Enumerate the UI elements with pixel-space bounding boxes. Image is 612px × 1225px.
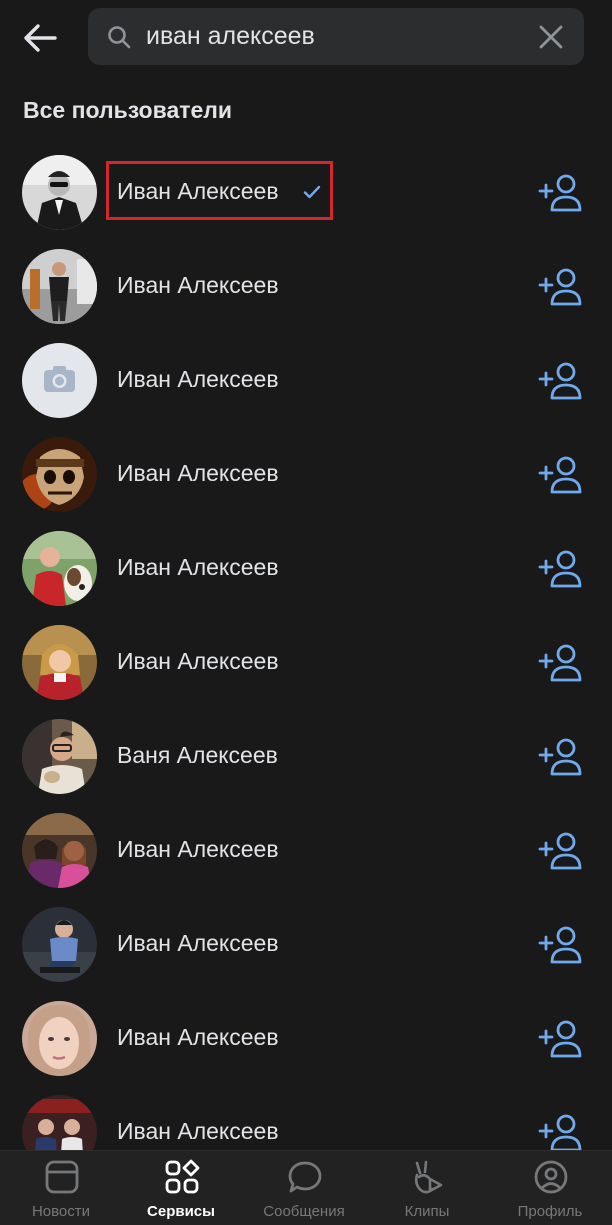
search-results-page: Все пользователи Иван Алексеев <box>0 0 612 1225</box>
services-icon <box>165 1159 200 1194</box>
user-name[interactable]: Иван Алексеев <box>117 366 279 393</box>
user-name[interactable]: Иван Алексеев <box>117 648 279 675</box>
add-user-icon <box>538 1114 582 1152</box>
search-icon <box>108 26 131 49</box>
avatar[interactable] <box>22 1001 97 1076</box>
add-user-icon <box>538 456 582 494</box>
list-item[interactable]: Иван Алексеев <box>0 617 612 711</box>
list-item[interactable]: Иван Алексеев <box>0 805 612 899</box>
list-item[interactable]: Иван Алексеев <box>0 523 612 617</box>
user-name[interactable]: Иван Алексеев <box>117 554 279 581</box>
search-box <box>88 8 584 65</box>
add-friend-button[interactable] <box>538 831 584 871</box>
avatar[interactable] <box>22 343 97 418</box>
add-friend-button[interactable] <box>538 643 584 683</box>
add-user-icon <box>538 738 582 776</box>
avatar[interactable] <box>22 249 97 324</box>
clear-search-button[interactable] <box>537 23 565 51</box>
clips-icon <box>414 1160 443 1194</box>
add-friend-button[interactable] <box>538 455 584 495</box>
list-item[interactable]: Иван Алексеев <box>0 147 612 241</box>
nav-label: Сервисы <box>147 1203 215 1220</box>
list-item[interactable]: Ваня Алексеев <box>0 711 612 805</box>
avatar[interactable] <box>22 155 97 230</box>
add-friend-button[interactable] <box>538 361 584 401</box>
list-item[interactable]: Иван Алексеев <box>0 241 612 335</box>
back-button[interactable] <box>18 16 62 60</box>
avatar[interactable] <box>22 531 97 606</box>
user-name[interactable]: Иван Алексеев <box>117 460 279 487</box>
avatar[interactable] <box>22 719 97 794</box>
add-friend-button[interactable] <box>538 925 584 965</box>
add-user-icon <box>538 550 582 588</box>
avatar[interactable] <box>22 813 97 888</box>
news-icon <box>45 1160 79 1194</box>
add-friend-button[interactable] <box>538 1113 584 1153</box>
user-list: Иван Алексеев Иван Алексеев Иван Алексее… <box>0 147 612 1181</box>
nav-item-services[interactable]: Сервисы <box>120 1151 242 1225</box>
search-input[interactable] <box>146 16 526 57</box>
nav-item-news[interactable]: Новости <box>0 1151 122 1225</box>
nav-label: Новости <box>31 1203 91 1220</box>
arrow-left-icon <box>24 24 57 52</box>
add-user-icon <box>538 644 582 682</box>
add-user-icon <box>538 832 582 870</box>
add-friend-button[interactable] <box>538 267 584 307</box>
add-friend-button[interactable] <box>538 173 584 213</box>
header <box>0 0 612 78</box>
section-title: Все пользователи <box>23 97 233 123</box>
profile-icon <box>534 1160 568 1194</box>
nav-item-clips[interactable]: Клипы <box>366 1151 488 1225</box>
bottom-nav: Новости Сервисы Сообщения Клипы Профиль <box>0 1150 612 1225</box>
user-name[interactable]: Иван Алексеев <box>117 272 279 299</box>
nav-label: Клипы <box>404 1203 450 1220</box>
avatar[interactable] <box>22 907 97 982</box>
nav-label: Сообщения <box>263 1203 345 1220</box>
add-user-icon <box>538 1020 582 1058</box>
nav-label: Профиль <box>517 1203 583 1220</box>
add-friend-button[interactable] <box>538 1019 584 1059</box>
list-item[interactable]: Иван Алексеев <box>0 899 612 993</box>
list-item[interactable]: Иван Алексеев <box>0 429 612 523</box>
list-item[interactable]: Иван Алексеев <box>0 993 612 1087</box>
user-name[interactable]: Ваня Алексеев <box>117 742 278 769</box>
user-name[interactable]: Иван Алексеев <box>117 930 279 957</box>
user-name[interactable]: Иван Алексеев <box>117 836 279 863</box>
nav-item-profile[interactable]: Профиль <box>489 1151 611 1225</box>
nav-item-messages[interactable]: Сообщения <box>243 1151 365 1225</box>
user-name[interactable]: Иван Алексеев <box>117 1024 279 1051</box>
add-user-icon <box>538 268 582 306</box>
avatar[interactable] <box>22 625 97 700</box>
highlight-box <box>106 161 333 220</box>
add-friend-button[interactable] <box>538 737 584 777</box>
avatar[interactable] <box>22 437 97 512</box>
add-user-icon <box>538 174 582 212</box>
user-name[interactable]: Иван Алексеев <box>117 1118 279 1145</box>
add-user-icon <box>538 926 582 964</box>
add-friend-button[interactable] <box>538 549 584 589</box>
add-user-icon <box>538 362 582 400</box>
messages-icon <box>288 1161 322 1193</box>
list-item[interactable]: Иван Алексеев <box>0 335 612 429</box>
